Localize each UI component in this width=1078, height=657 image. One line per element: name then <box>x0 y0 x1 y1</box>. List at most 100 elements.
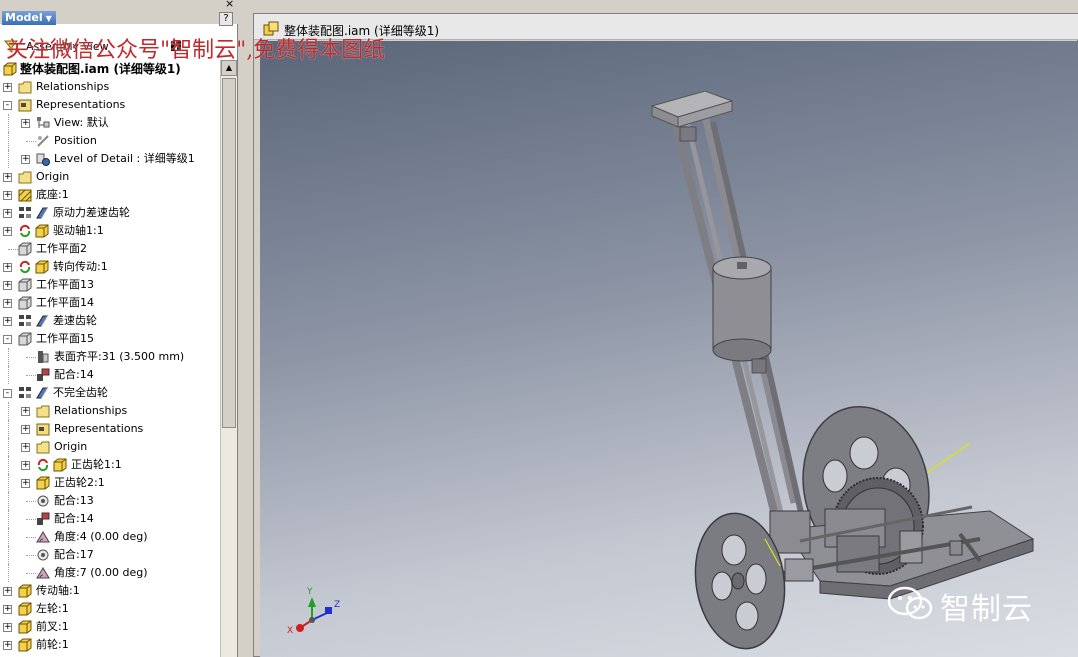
tree-item-label: 左轮:1 <box>36 602 69 615</box>
tree-item[interactable]: + 前叉:1 <box>0 618 220 636</box>
expand-icon[interactable]: + <box>3 299 12 308</box>
tree-item[interactable]: 工作平面2 <box>0 240 220 258</box>
expand-icon[interactable]: + <box>3 83 12 92</box>
folder-icon <box>18 171 32 184</box>
tree-item-label: 前轮:1 <box>36 638 69 651</box>
tree-item[interactable]: + 正齿轮1:1 <box>0 456 220 474</box>
expand-icon[interactable]: + <box>21 407 30 416</box>
collapse-icon[interactable]: - <box>3 389 12 398</box>
tree-item-label: 工作平面13 <box>36 278 94 291</box>
expand-icon[interactable]: + <box>21 443 30 452</box>
tree-item[interactable]: 配合:14 <box>0 366 220 384</box>
tree-guide-line <box>8 546 9 564</box>
tree-item[interactable]: + 正齿轮2:1 <box>0 474 220 492</box>
tree-item[interactable]: + Relationships <box>0 402 220 420</box>
mate-circle-icon <box>37 549 49 561</box>
tree-item[interactable]: 角度:7 (0.00 deg) <box>0 564 220 582</box>
expand-icon[interactable]: + <box>21 461 30 470</box>
tree-item-label: 角度:4 (0.00 deg) <box>54 530 148 543</box>
expand-icon[interactable]: + <box>21 425 30 434</box>
part-icon <box>35 224 49 238</box>
panel-title-dropdown[interactable]: Model ▼ <box>2 11 56 25</box>
tree-item[interactable]: + 驱动轴1:1 <box>0 222 220 240</box>
tree-item[interactable]: + 工作平面13 <box>0 276 220 294</box>
expand-icon[interactable]: + <box>3 641 12 650</box>
expand-icon[interactable]: + <box>3 209 12 218</box>
expand-icon[interactable]: + <box>21 155 30 164</box>
expand-icon[interactable]: + <box>3 605 12 614</box>
tree-item[interactable]: - Representations <box>0 96 220 114</box>
tree-item-label: 传动轴:1 <box>36 584 80 597</box>
tree-item[interactable]: + 工作平面14 <box>0 294 220 312</box>
work-plane-icon <box>18 242 32 256</box>
tree-item[interactable]: 角度:4 (0.00 deg) <box>0 528 220 546</box>
tree-guide-line <box>8 528 9 546</box>
tree-guide-line <box>8 132 9 150</box>
tree-item-label: 正齿轮2:1 <box>54 476 105 489</box>
tree-item-label: 驱动轴1:1 <box>53 224 104 237</box>
collapse-icon[interactable]: - <box>3 101 12 110</box>
expand-icon[interactable]: + <box>3 173 12 182</box>
expand-icon[interactable]: + <box>3 317 12 326</box>
tree-item-label: Origin <box>36 170 70 183</box>
expand-icon[interactable]: + <box>3 623 12 632</box>
expand-icon[interactable]: + <box>3 281 12 290</box>
collapse-icon[interactable]: - <box>3 335 12 344</box>
expand-icon[interactable]: + <box>21 479 30 488</box>
gear-icon <box>36 207 48 219</box>
browser-scrollbar[interactable]: ▲ <box>220 60 237 657</box>
close-icon[interactable]: × <box>225 0 234 10</box>
browser-tree: 整体装配图.iam (详细等级1) + Relationships - Represen… <box>0 60 220 657</box>
tree-item[interactable]: + 前轮:1 <box>0 636 220 654</box>
tree-item[interactable]: 表面齐平:31 (3.500 mm) <box>0 348 220 366</box>
tree-item-label: 转向传动:1 <box>53 260 108 273</box>
tree-item[interactable]: 配合:14 <box>0 510 220 528</box>
tree-item[interactable]: + 原动力差速齿轮 <box>0 204 220 222</box>
tree-item[interactable]: + 底座:1 <box>0 186 220 204</box>
scroll-thumb[interactable] <box>222 78 236 428</box>
tree-guide-line <box>8 438 9 456</box>
tree-item[interactable]: + Relationships <box>0 78 220 96</box>
tree-guide-line <box>8 249 18 250</box>
lod-icon <box>36 153 50 166</box>
folder-icon <box>36 441 50 454</box>
tree-item[interactable]: + Origin <box>0 168 220 186</box>
tree-item-label: 前叉:1 <box>36 620 69 633</box>
brand-watermark-text: 智制云 <box>940 592 1033 627</box>
graphics-canvas[interactable]: Y X Z 智制云 <box>260 41 1078 657</box>
rotate-icon <box>19 224 31 238</box>
help-button[interactable]: ? <box>219 12 233 26</box>
rotate-icon <box>19 260 31 274</box>
expand-icon[interactable]: + <box>3 587 12 596</box>
axis-y-label: Y <box>306 587 313 597</box>
expand-icon[interactable]: + <box>3 191 12 200</box>
tree-item[interactable]: + View: 默认 <box>0 114 220 132</box>
mate-icon <box>37 368 50 381</box>
tree-guide-line <box>8 114 9 132</box>
tree-item[interactable]: + 传动轴:1 <box>0 582 220 600</box>
tree-item[interactable]: + 差速齿轮 <box>0 312 220 330</box>
tree-item[interactable]: + Level of Detail : 详细等级1 <box>0 150 220 168</box>
tree-guide-line <box>26 519 36 520</box>
rotate-icon <box>37 458 49 472</box>
assembly-model-render[interactable]: Y X Z <box>260 41 1078 657</box>
tree-guide-line <box>8 456 9 474</box>
tree-item-label: Origin <box>54 440 88 453</box>
work-plane-icon <box>18 278 32 292</box>
tree-item[interactable]: + 转向传动:1 <box>0 258 220 276</box>
tree-item[interactable]: - 不完全齿轮 <box>0 384 220 402</box>
tree-item[interactable]: + Origin <box>0 438 220 456</box>
part-hatched-icon <box>18 189 32 202</box>
tree-item[interactable]: + Representations <box>0 420 220 438</box>
expand-icon[interactable]: + <box>3 227 12 236</box>
tree-item[interactable]: + 左轮:1 <box>0 600 220 618</box>
angle-icon <box>36 567 50 579</box>
tree-item[interactable]: 配合:17 <box>0 546 220 564</box>
tree-item[interactable]: Position <box>0 132 220 150</box>
expand-icon[interactable]: + <box>3 263 12 272</box>
tree-item-label: 底座:1 <box>36 188 69 201</box>
expand-icon[interactable]: + <box>21 119 30 128</box>
tree-guide-line <box>8 510 9 528</box>
tree-item[interactable]: 配合:13 <box>0 492 220 510</box>
tree-item[interactable]: - 工作平面15 <box>0 330 220 348</box>
